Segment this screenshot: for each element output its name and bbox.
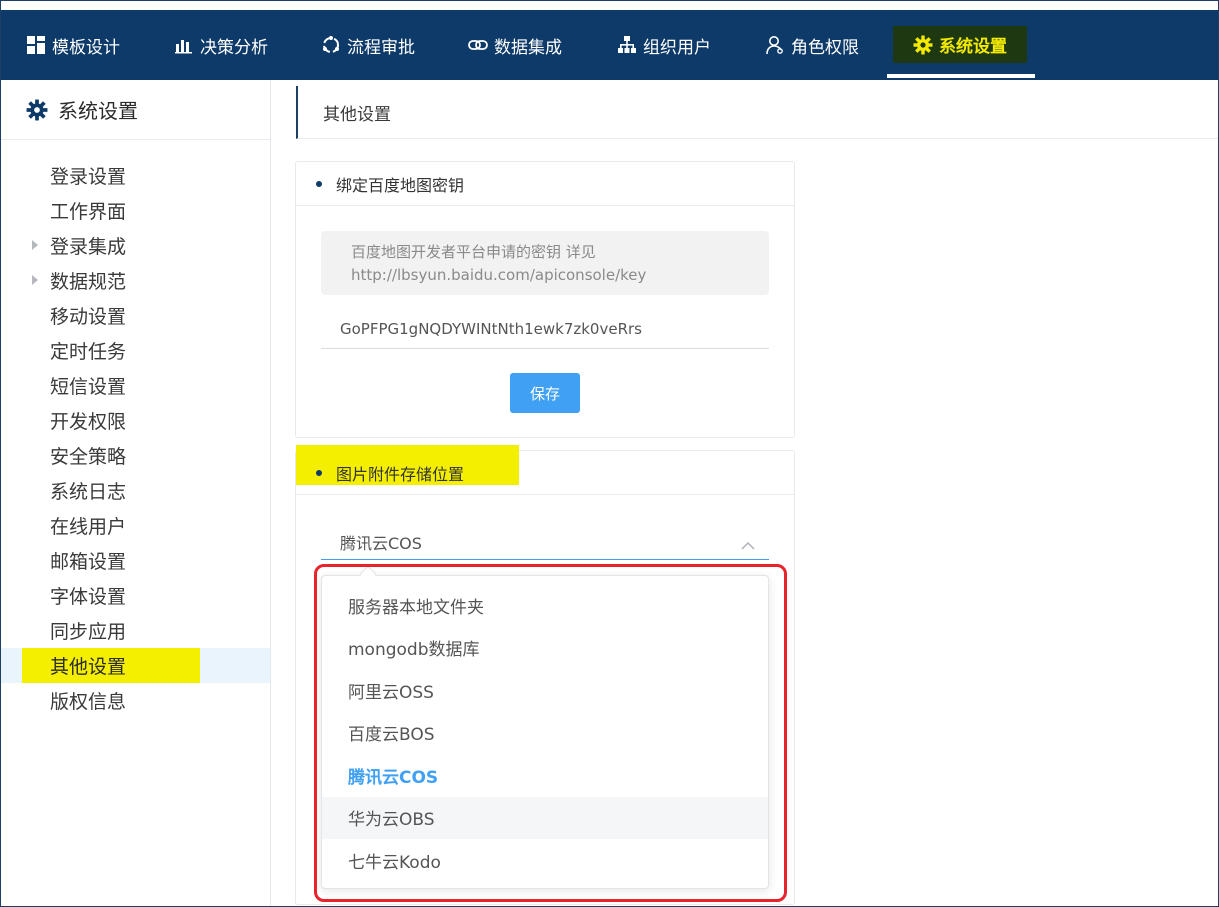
caret-right-icon — [32, 240, 38, 250]
baidu-map-key-card: 绑定百度地图密钥 百度地图开发者平台申请的密钥 详见 http://lbsyun… — [295, 161, 795, 438]
org-tree-icon — [617, 35, 637, 55]
grid-icon — [26, 35, 46, 55]
link-icon — [468, 35, 488, 55]
sidebar-item-online-users[interactable]: 在线用户 — [0, 508, 270, 543]
nav-label: 决策分析 — [200, 33, 268, 58]
sidebar-item-other-settings[interactable]: 其他设置 — [0, 648, 270, 683]
sidebar-item-sms-settings[interactable]: 短信设置 — [0, 368, 270, 403]
page-title: 其他设置 — [296, 86, 1219, 139]
save-button[interactable]: 保存 — [510, 373, 580, 413]
sidebar-title: 系统设置 — [58, 95, 138, 124]
sidebar-item-mail-settings[interactable]: 邮箱设置 — [0, 543, 270, 578]
sidebar-item-data-standards[interactable]: 数据规范 — [0, 263, 270, 298]
nav-decision-analysis[interactable]: 决策分析 — [174, 10, 268, 80]
bullet-dot — [316, 181, 322, 187]
nav-process-approval[interactable]: 流程审批 — [321, 10, 415, 80]
nav-role-permissions[interactable]: 角色权限 — [765, 10, 859, 80]
sidebar-item-workspace[interactable]: 工作界面 — [0, 193, 270, 228]
sidebar-item-login-integration[interactable]: 登录集成 — [0, 228, 270, 263]
caret-right-icon — [32, 275, 38, 285]
top-nav: 模板设计 决策分析 流程审批 数据集成 组织用户 角色权限 系统设置 — [0, 10, 1219, 80]
storage-dropdown: 服务器本地文件夹 mongodb数据库 阿里云OSS 百度云BOS 腾讯云COS… — [321, 575, 769, 889]
card-header: 图片附件存储位置 — [296, 451, 794, 495]
select-value: 腾讯云COS — [340, 530, 422, 554]
nav-org-users[interactable]: 组织用户 — [617, 10, 711, 80]
option-qiniu-kodo[interactable]: 七牛云Kodo — [322, 839, 768, 882]
help-tip: 百度地图开发者平台申请的密钥 详见 http://lbsyun.baidu.co… — [321, 231, 769, 295]
active-nav-underline — [887, 74, 1035, 78]
nav-label: 流程审批 — [347, 33, 415, 58]
nav-data-integration[interactable]: 数据集成 — [468, 10, 562, 80]
cycle-icon — [321, 35, 341, 55]
option-baidu-bos[interactable]: 百度云BOS — [322, 712, 768, 755]
bar-chart-icon — [174, 35, 194, 55]
sidebar-item-developer-permissions[interactable]: 开发权限 — [0, 403, 270, 438]
option-tencent-cos[interactable]: 腾讯云COS — [322, 754, 768, 797]
nav-label: 数据集成 — [494, 33, 562, 58]
nav-label: 系统设置 — [939, 32, 1007, 57]
tip-text: 百度地图开发者平台申请的密钥 详见 — [351, 241, 739, 264]
sidebar-item-scheduled-tasks[interactable]: 定时任务 — [0, 333, 270, 368]
tip-url: http://lbsyun.baidu.com/apiconsole/key — [351, 264, 739, 287]
sidebar: 系统设置 登录设置 工作界面 登录集成 数据规范 移动设置 定时任务 短信设置 … — [0, 80, 271, 907]
card-title: 绑定百度地图密钥 — [336, 172, 464, 196]
gear-icon — [26, 99, 48, 121]
card-title: 图片附件存储位置 — [336, 461, 464, 485]
nav-system-settings[interactable]: 系统设置 — [893, 26, 1027, 63]
bullet-dot — [316, 470, 322, 476]
card-header: 绑定百度地图密钥 — [296, 162, 794, 206]
nav-label: 模板设计 — [52, 33, 120, 58]
sidebar-item-security-policy[interactable]: 安全策略 — [0, 438, 270, 473]
chevron-up-icon — [741, 536, 755, 546]
sidebar-item-font-settings[interactable]: 字体设置 — [0, 578, 270, 613]
option-mongodb[interactable]: mongodb数据库 — [322, 627, 768, 670]
sidebar-item-system-log[interactable]: 系统日志 — [0, 473, 270, 508]
map-key-input[interactable] — [321, 309, 769, 349]
storage-select[interactable]: 腾讯云COS — [321, 524, 769, 560]
sidebar-item-mobile-settings[interactable]: 移动设置 — [0, 298, 270, 333]
sidebar-menu: 登录设置 工作界面 登录集成 数据规范 移动设置 定时任务 短信设置 开发权限 … — [0, 158, 270, 718]
sidebar-item-copyright[interactable]: 版权信息 — [0, 683, 270, 718]
nav-label: 组织用户 — [643, 33, 711, 58]
gear-icon — [913, 35, 933, 55]
option-local-folder[interactable]: 服务器本地文件夹 — [322, 584, 768, 627]
option-aliyun-oss[interactable]: 阿里云OSS — [322, 669, 768, 712]
user-icon — [765, 35, 785, 55]
nav-template-design[interactable]: 模板设计 — [26, 10, 120, 80]
option-huawei-obs[interactable]: 华为云OBS — [322, 797, 768, 840]
top-gap — [0, 0, 1219, 10]
sidebar-item-login-settings[interactable]: 登录设置 — [0, 158, 270, 193]
nav-label: 角色权限 — [791, 33, 859, 58]
sidebar-header: 系统设置 — [0, 80, 270, 140]
sidebar-item-sync-apps[interactable]: 同步应用 — [0, 613, 270, 648]
